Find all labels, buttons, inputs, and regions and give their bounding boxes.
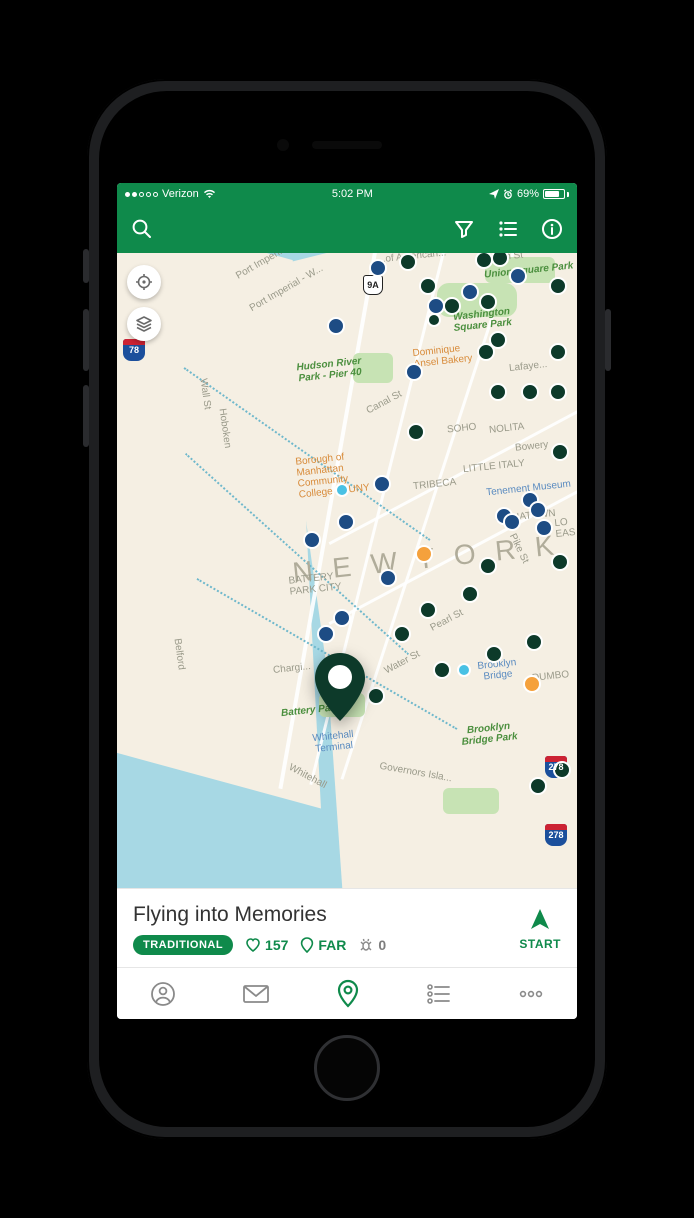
list-view-icon[interactable] bbox=[497, 218, 519, 240]
cache-dot-traditional[interactable] bbox=[521, 383, 539, 401]
cache-dot-mystery[interactable] bbox=[327, 317, 345, 335]
cache-title: Flying into Memories bbox=[133, 903, 386, 927]
bottom-nav bbox=[117, 967, 577, 1019]
phone-frame: Verizon 5:02 PM 69% bbox=[87, 79, 607, 1139]
distance-label: FAR bbox=[300, 937, 346, 953]
nav-map[interactable] bbox=[336, 979, 360, 1009]
cache-dot-traditional[interactable] bbox=[479, 293, 497, 311]
cache-dot-traditional[interactable] bbox=[427, 313, 441, 327]
cache-dot-traditional[interactable] bbox=[399, 253, 417, 271]
cache-dot-mystery[interactable] bbox=[405, 363, 423, 381]
shield-i278-b: 278 bbox=[545, 824, 567, 846]
cache-dot-traditional[interactable] bbox=[489, 331, 507, 349]
cache-dot-traditional[interactable] bbox=[419, 277, 437, 295]
cache-dot-mystery[interactable] bbox=[529, 501, 547, 519]
shield-9a: 9A bbox=[363, 275, 383, 295]
search-icon[interactable] bbox=[131, 218, 153, 240]
cache-dot-mystery[interactable] bbox=[379, 569, 397, 587]
wifi-icon bbox=[203, 189, 216, 199]
clock-label: 5:02 PM bbox=[332, 188, 373, 200]
cache-dot-mystery[interactable] bbox=[317, 625, 335, 643]
cache-dot-traditional[interactable] bbox=[489, 383, 507, 401]
nav-profile[interactable] bbox=[150, 981, 176, 1007]
label-whitehall-term: Whitehall Terminal bbox=[312, 729, 355, 755]
power-button bbox=[605, 309, 611, 371]
filter-icon[interactable] bbox=[453, 218, 475, 240]
cache-dot-own[interactable] bbox=[457, 663, 471, 677]
cache-dot-traditional[interactable] bbox=[479, 557, 497, 575]
start-button[interactable]: START bbox=[519, 907, 561, 951]
cache-dot-traditional[interactable] bbox=[433, 661, 451, 679]
cache-dot-own[interactable] bbox=[335, 483, 349, 497]
cache-dot-traditional[interactable] bbox=[525, 633, 543, 651]
trackables-count: 0 bbox=[358, 937, 386, 953]
label-bmcc: Borough of Manhattan Community College -… bbox=[295, 449, 370, 500]
cache-dot-multi[interactable] bbox=[415, 545, 433, 563]
cache-dot-mystery[interactable] bbox=[373, 475, 391, 493]
cache-dot-mystery[interactable] bbox=[503, 513, 521, 531]
front-camera bbox=[277, 139, 289, 151]
volume-down-button bbox=[83, 385, 89, 447]
heart-icon bbox=[245, 937, 261, 953]
cache-dot-mystery[interactable] bbox=[535, 519, 553, 537]
cache-dot-traditional[interactable] bbox=[419, 601, 437, 619]
navigate-arrow-icon bbox=[527, 907, 553, 933]
phone-speaker bbox=[312, 141, 382, 149]
nav-messages[interactable] bbox=[242, 983, 270, 1005]
cache-dot-mystery[interactable] bbox=[303, 531, 321, 549]
cache-dot-traditional[interactable] bbox=[443, 297, 461, 315]
alarm-icon bbox=[503, 189, 513, 199]
cache-dot-traditional[interactable] bbox=[529, 777, 547, 795]
signal-dots-icon bbox=[125, 192, 158, 197]
location-arrow-icon bbox=[489, 189, 499, 199]
battery-icon bbox=[543, 189, 569, 199]
cache-dot-traditional[interactable] bbox=[551, 443, 569, 461]
locate-me-button[interactable] bbox=[127, 265, 161, 299]
cache-dot-traditional[interactable] bbox=[461, 585, 479, 603]
cache-dot-traditional[interactable] bbox=[407, 423, 425, 441]
map-layers-button[interactable] bbox=[127, 307, 161, 341]
cache-dot-mystery[interactable] bbox=[461, 283, 479, 301]
volume-up-button bbox=[83, 309, 89, 371]
cache-dot-mystery[interactable] bbox=[509, 267, 527, 285]
favorites-count: 157 bbox=[245, 937, 288, 953]
cache-dot-traditional[interactable] bbox=[367, 687, 385, 705]
trackable-bug-icon bbox=[358, 937, 374, 953]
mute-switch bbox=[83, 249, 89, 283]
cache-dot-mystery[interactable] bbox=[333, 609, 351, 627]
label-loeas: LO EAS bbox=[554, 516, 576, 540]
carrier-label: Verizon bbox=[162, 188, 199, 200]
selected-cache-pin[interactable] bbox=[313, 653, 367, 726]
nav-lists[interactable] bbox=[426, 983, 452, 1005]
cache-card[interactable]: Flying into Memories TRADITIONAL 157 FAR bbox=[117, 888, 577, 967]
cache-dot-traditional[interactable] bbox=[485, 645, 503, 663]
cache-dot-traditional[interactable] bbox=[549, 277, 567, 295]
home-button[interactable] bbox=[314, 1035, 380, 1101]
cache-dot-mystery[interactable] bbox=[369, 259, 387, 277]
app-header bbox=[117, 205, 577, 253]
cache-dot-traditional[interactable] bbox=[393, 625, 411, 643]
cache-dot-traditional[interactable] bbox=[551, 553, 569, 571]
battery-pct-label: 69% bbox=[517, 188, 539, 200]
shield-i78: 78 bbox=[123, 339, 145, 361]
cache-dot-traditional[interactable] bbox=[549, 383, 567, 401]
cache-type-pill: TRADITIONAL bbox=[133, 935, 233, 955]
cache-dot-mystery[interactable] bbox=[337, 513, 355, 531]
map-view[interactable]: 78 278 278 9A N E W Y O R K Wall St Hobo… bbox=[117, 253, 577, 888]
info-icon[interactable] bbox=[541, 218, 563, 240]
nav-more[interactable] bbox=[518, 989, 544, 999]
screen: Verizon 5:02 PM 69% bbox=[117, 183, 577, 1019]
cache-dot-multi[interactable] bbox=[523, 675, 541, 693]
status-bar: Verizon 5:02 PM 69% bbox=[117, 183, 577, 205]
cache-dot-traditional[interactable] bbox=[549, 343, 567, 361]
pin-outline-icon bbox=[300, 937, 314, 953]
